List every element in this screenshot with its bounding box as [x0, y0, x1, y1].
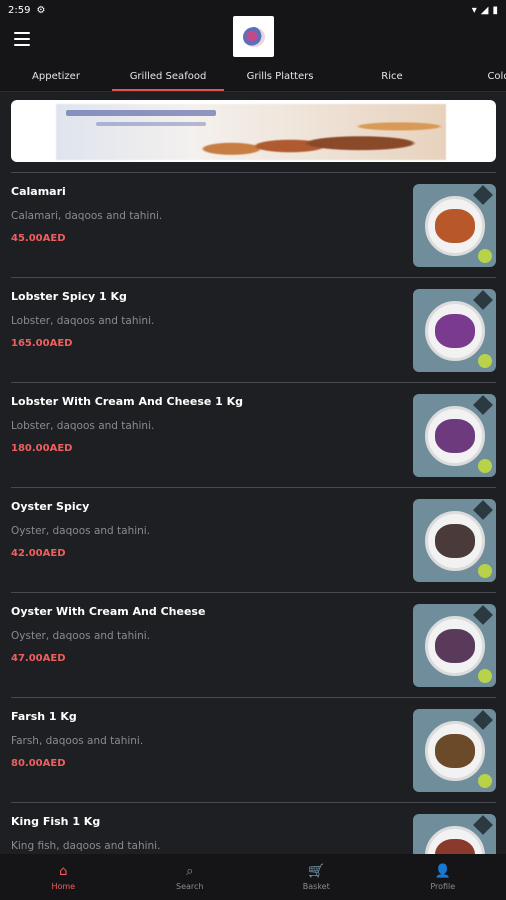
item-description: Calamari, daqoos and tahini. [11, 210, 163, 222]
item-name: Calamari [11, 185, 66, 198]
search-icon: ⌕ [186, 864, 194, 879]
item-description: Oyster, daqoos and tahini. [11, 630, 151, 642]
tab-cold-d[interactable]: Cold D [448, 60, 506, 92]
app-bar [0, 16, 506, 60]
nav-home[interactable]: ⌂ Home [0, 854, 127, 900]
item-price: 42.00AED [11, 548, 66, 559]
menu-item[interactable]: Farsh 1 Kg Farsh, daqoos and tahini. 80.00… [11, 697, 496, 802]
item-description: Lobster, daqoos and tahini. [11, 315, 155, 327]
item-name: Lobster Spicy 1 Kg [11, 290, 127, 303]
item-price: 47.00AED [11, 653, 66, 664]
tab-grills-platters[interactable]: Grills Platters [224, 60, 336, 92]
item-description: Oyster, daqoos and tahini. [11, 525, 151, 537]
battery-icon: ▮ [492, 4, 498, 16]
tab-appetizer[interactable]: Appetizer [0, 60, 112, 92]
nav-label: Profile [430, 882, 456, 891]
item-description: Lobster, daqoos and tahini. [11, 420, 155, 432]
item-price: 80.00AED [11, 758, 66, 769]
item-name: Farsh 1 Kg [11, 710, 77, 723]
item-price: 165.00AED [11, 338, 73, 349]
item-name: Oyster Spicy [11, 500, 90, 513]
menu-icon[interactable] [14, 32, 30, 46]
item-image[interactable] [413, 184, 496, 267]
restaurant-logo [233, 16, 274, 57]
status-icons: ▾ ◢ ▮ [472, 5, 498, 16]
nav-label: Basket [302, 882, 330, 891]
home-icon: ⌂ [59, 864, 68, 879]
nav-search[interactable]: ⌕ Search [127, 854, 254, 900]
menu-item[interactable]: Lobster Spicy 1 Kg Lobster, daqoos and ta… [11, 277, 496, 382]
tab-grilled-seafood[interactable]: Grilled Seafood [112, 60, 224, 92]
item-image[interactable] [413, 394, 496, 477]
item-price: 180.00AED [11, 443, 73, 454]
item-price: 45.00AED [11, 233, 66, 244]
bottom-navigation: ⌂ Home ⌕ Search 🛒 Basket 👤 Profile [0, 854, 506, 900]
item-name: Lobster With Cream And Cheese 1 Kg [11, 395, 244, 408]
menu-item[interactable]: Oyster Spicy Oyster, daqoos and tahini. 42… [11, 487, 496, 592]
nav-label: Home [51, 882, 76, 891]
settings-status-icon: ⚙ [36, 4, 46, 16]
signal-icon: ◢ [480, 4, 489, 16]
menu-item[interactable]: Calamari Calamari, daqoos and tahini. 45.0… [11, 172, 496, 277]
item-name: King Fish 1 Kg [11, 815, 101, 828]
tab-divider [0, 91, 506, 92]
menu-item[interactable]: Lobster With Cream And Cheese 1 Kg Lobste… [11, 382, 496, 487]
tab-rice[interactable]: Rice [336, 60, 448, 92]
item-image[interactable] [413, 499, 496, 582]
item-image[interactable] [413, 604, 496, 687]
item-image[interactable] [413, 289, 496, 372]
profile-icon: 👤 [434, 864, 451, 879]
item-image[interactable] [413, 709, 496, 792]
status-time: 2:59 [8, 4, 31, 16]
basket-icon: 🛒 [308, 864, 325, 879]
nav-basket[interactable]: 🛒 Basket [253, 854, 380, 900]
item-name: Oyster With Cream And Cheese [11, 605, 206, 618]
wifi-icon: ▾ [471, 4, 477, 16]
promo-banner[interactable] [11, 100, 496, 162]
item-description: King fish, daqoos and tahini. [11, 840, 161, 852]
nav-profile[interactable]: 👤 Profile [380, 854, 506, 900]
nav-label: Search [176, 882, 204, 891]
item-description: Farsh, daqoos and tahini. [11, 735, 144, 747]
menu-item[interactable]: Oyster With Cream And Cheese Oyster, daqo… [11, 592, 496, 697]
category-tabs: Appetizer Grilled Seafood Grills Platters R… [0, 60, 506, 92]
